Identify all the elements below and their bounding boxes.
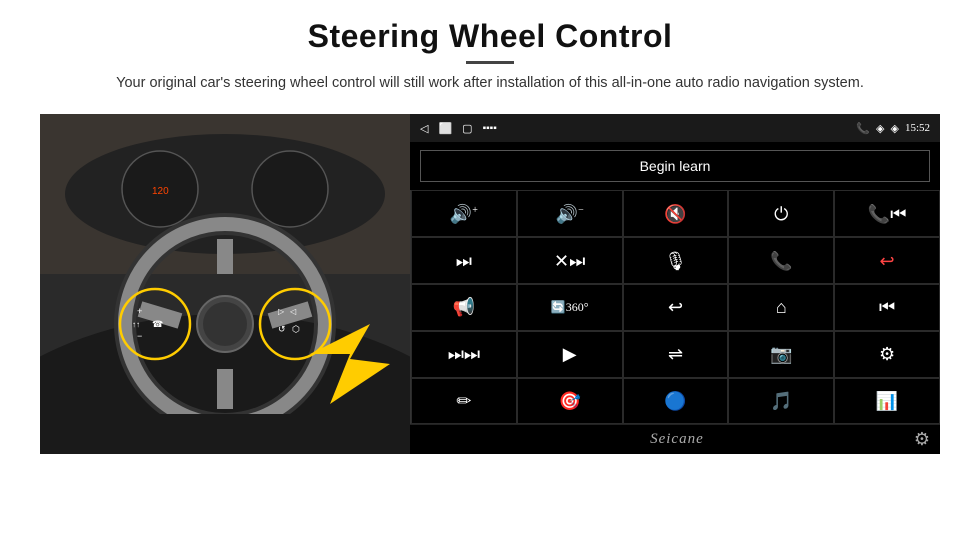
ctrl-next[interactable]: ⏭ — [411, 237, 517, 284]
camera-360-icon: 🔄360° — [551, 301, 589, 313]
phone-status-icon: 📞 — [856, 122, 870, 135]
car-image: 120 + ↑↑ − ☎ — [40, 114, 410, 454]
ctrl-fast-fwd[interactable]: ⏭⏭ — [411, 331, 517, 378]
clock-display: 15:52 — [905, 122, 930, 134]
swap-icon: ⇌ — [668, 345, 683, 363]
power-icon: ⏻ — [774, 205, 788, 223]
svg-text:120: 120 — [152, 186, 169, 197]
status-bar: ◁ ⬜ ▢ ▪▪▪▪ 📞 ◈ ◈ 15:52 — [410, 114, 940, 142]
svg-text:◁: ◁ — [290, 307, 297, 316]
begin-learn-row: Begin learn — [410, 142, 940, 190]
mute-icon: 🔇 — [664, 205, 686, 223]
ctrl-hang-up[interactable]: ↩ — [834, 237, 940, 284]
ctrl-mic[interactable]: 🎙 — [623, 237, 729, 284]
ctrl-focus[interactable]: 🎯 — [517, 378, 623, 425]
vol-down-icon: 🔊− — [556, 205, 584, 223]
ctrl-home[interactable]: ⌂ — [728, 284, 834, 331]
nav-recent-icon[interactable]: ▢ — [462, 122, 472, 135]
prev-phone-icon: 📞⏮ — [868, 205, 907, 223]
signal-icon: ▪▪▪▪ — [483, 123, 497, 134]
ctrl-horn[interactable]: 📢 — [411, 284, 517, 331]
hang-up-icon: ↩ — [880, 252, 895, 270]
wifi-icon: ◈ — [890, 122, 898, 135]
ctrl-bluetooth[interactable]: 🔵 — [623, 378, 729, 425]
nav-back-icon[interactable]: ◁ — [420, 122, 428, 135]
page-title: Steering Wheel Control — [116, 18, 864, 55]
ctrl-power[interactable]: ⏻ — [728, 190, 834, 237]
headunit-display: ◁ ⬜ ▢ ▪▪▪▪ 📞 ◈ ◈ 15:52 Begin learn — [410, 114, 940, 454]
svg-text:↑↑: ↑↑ — [132, 320, 140, 329]
rewind-icon: ⏮ — [879, 298, 895, 316]
bottom-bar: Seicane ⚙ — [410, 424, 940, 454]
levels-icon: 📊 — [876, 392, 898, 410]
edit-icon: ✏ — [456, 392, 471, 410]
settings-gear-icon[interactable]: ⚙ — [914, 429, 930, 450]
focus-icon: 🎯 — [558, 392, 580, 410]
ctrl-camera[interactable]: 📷 — [728, 331, 834, 378]
begin-learn-button[interactable]: Begin learn — [420, 150, 930, 182]
svg-text:⬡: ⬡ — [292, 324, 300, 334]
title-divider — [466, 61, 514, 64]
seicane-logo: Seicane — [650, 431, 704, 448]
ctrl-levels[interactable]: 📊 — [834, 378, 940, 425]
phone-pick-icon: 📞 — [770, 252, 792, 270]
home-icon: ⌂ — [776, 298, 787, 316]
shuffle-next-icon: ✕⏭ — [554, 252, 585, 270]
music-icon: 🎵 — [770, 392, 792, 410]
controls-grid: 🔊+ 🔊− 🔇 ⏻ 📞⏮ ⏭ ✕⏭ — [410, 190, 940, 424]
ctrl-phone-pick[interactable]: 📞 — [728, 237, 834, 284]
mic-icon: 🎙 — [664, 252, 687, 270]
ctrl-equalizer[interactable]: ⚙ — [834, 331, 940, 378]
ctrl-navigate[interactable]: ▶ — [517, 331, 623, 378]
bluetooth-icon: 🔵 — [664, 392, 686, 410]
nav-home-icon[interactable]: ⬜ — [438, 122, 452, 135]
navigate-icon: ▶ — [563, 345, 577, 363]
svg-text:+: + — [137, 306, 142, 316]
ctrl-camera-360[interactable]: 🔄360° — [517, 284, 623, 331]
ctrl-vol-down[interactable]: 🔊− — [517, 190, 623, 237]
ctrl-shuffle-next[interactable]: ✕⏭ — [517, 237, 623, 284]
equalizer-icon: ⚙ — [879, 345, 895, 363]
location-icon: ◈ — [876, 122, 884, 135]
svg-text:☎: ☎ — [152, 319, 163, 329]
ctrl-rewind[interactable]: ⏮ — [834, 284, 940, 331]
horn-icon: 📢 — [453, 298, 475, 316]
next-icon: ⏭ — [456, 252, 472, 270]
ctrl-back[interactable]: ↩ — [623, 284, 729, 331]
ctrl-vol-up[interactable]: 🔊+ — [411, 190, 517, 237]
ctrl-prev-phone[interactable]: 📞⏮ — [834, 190, 940, 237]
svg-text:▷: ▷ — [278, 307, 285, 316]
svg-text:−: − — [137, 331, 142, 341]
ctrl-edit[interactable]: ✏ — [411, 378, 517, 425]
svg-text:↺: ↺ — [278, 324, 286, 334]
back-icon: ↩ — [668, 298, 683, 316]
subtitle-text: Your original car's steering wheel contr… — [116, 72, 864, 94]
ctrl-swap[interactable]: ⇌ — [623, 331, 729, 378]
ctrl-music[interactable]: 🎵 — [728, 378, 834, 425]
ctrl-mute[interactable]: 🔇 — [623, 190, 729, 237]
nav-icons: ◁ ⬜ ▢ ▪▪▪▪ — [420, 122, 497, 135]
camera-icon: 📷 — [770, 345, 792, 363]
fast-fwd-icon: ⏭⏭ — [448, 345, 480, 363]
status-right: 📞 ◈ ◈ 15:52 — [856, 122, 930, 135]
vol-up-icon: 🔊+ — [450, 205, 478, 223]
